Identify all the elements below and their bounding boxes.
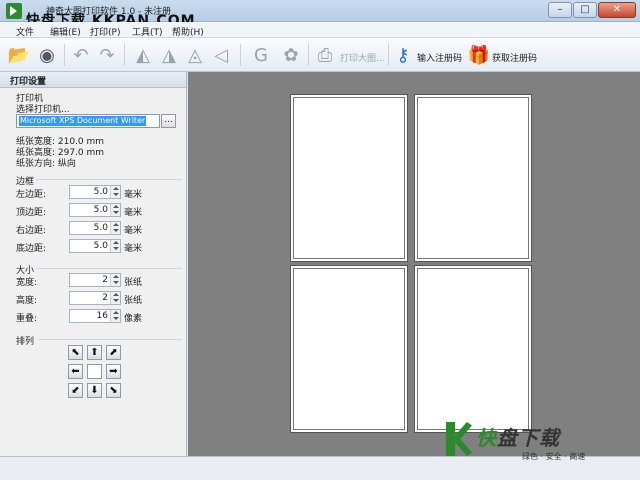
browse-printer-button[interactable]: ... (161, 114, 176, 128)
rotate-icon[interactable]: ◮ (158, 44, 180, 66)
left-margin-label: 左边距: (16, 190, 47, 200)
flip-right-icon[interactable]: ◁ (210, 44, 232, 66)
align-left-button[interactable]: ⬅ (68, 364, 83, 379)
brand-name-dark: 盘下载 (497, 426, 560, 450)
minimize-button[interactable]: – (548, 2, 572, 18)
top-margin-value: 5.0 (93, 205, 108, 215)
align-center-button[interactable] (87, 364, 102, 379)
enter-code-button[interactable]: 输入注册码 (417, 51, 462, 64)
bottom-margin-stepper[interactable]: 5.0 (69, 239, 121, 253)
align-bottom-left-button[interactable]: ⬋ (68, 383, 83, 398)
align-right-button[interactable]: ➡ (106, 364, 121, 379)
right-margin-stepper[interactable]: 5.0 (69, 221, 121, 235)
menu-edit[interactable]: 编辑(E) (50, 25, 81, 38)
margin-group-title: 边框 (16, 177, 35, 187)
printer-select[interactable]: Microsoft XPS Document Writer (16, 114, 160, 128)
get-code-button[interactable]: 获取注册码 (492, 51, 537, 64)
mirror-icon[interactable]: ◬ (184, 44, 206, 66)
top-margin-label: 顶边距: (16, 208, 47, 218)
height-unit: 张纸 (124, 296, 143, 306)
align-top-right-button[interactable]: ⬈ (106, 345, 121, 360)
webcam-icon[interactable]: ◉ (36, 44, 58, 66)
overlap-label: 重叠: (16, 314, 38, 324)
gift-icon[interactable]: 🎁 (468, 44, 490, 66)
preview-page (290, 265, 408, 433)
redo-icon[interactable]: ↷ (96, 44, 118, 66)
panel-header: 打印设置 (0, 72, 186, 88)
grayscale-icon[interactable]: G (250, 44, 272, 66)
left-margin-unit: 毫米 (124, 190, 143, 200)
printer-icon[interactable]: ⎙ (314, 44, 336, 66)
key-icon[interactable]: ⚷ (392, 44, 414, 66)
app-logo-icon (6, 3, 22, 19)
print-preview-canvas[interactable] (188, 72, 640, 456)
width-pages-stepper[interactable]: 2 (69, 273, 121, 287)
toolbar: 📂 ◉ ↶ ↷ ◭ ◮ ◬ ◁ G ✿ ⎙ 打印大图... ⚷ 输入注册码 🎁 … (0, 38, 640, 72)
menu-print[interactable]: 打印(P) (90, 25, 120, 38)
preview-page (414, 94, 532, 262)
bottom-margin-value: 5.0 (93, 241, 108, 251)
menu-tools[interactable]: 工具(T) (132, 25, 163, 38)
bottom-margin-label: 底边距: (16, 244, 47, 254)
arrange-group-title: 排列 (16, 337, 35, 347)
overlap-stepper[interactable]: 16 (69, 309, 121, 323)
maximize-button[interactable]: □ (573, 2, 597, 18)
align-bottom-button[interactable]: ⬇ (87, 383, 102, 398)
overlap-unit: 像素 (124, 314, 143, 324)
align-bottom-right-button[interactable]: ⬊ (106, 383, 121, 398)
bottom-margin-unit: 毫米 (124, 244, 143, 254)
left-margin-value: 5.0 (93, 187, 108, 197)
align-top-left-button[interactable]: ⬉ (68, 345, 83, 360)
menu-file[interactable]: 文件 (16, 25, 34, 38)
top-margin-stepper[interactable]: 5.0 (69, 203, 121, 217)
brand-name-green: 快 (476, 426, 497, 450)
menu-bar: 文件 编辑(E) 打印(P) 工具(T) 帮助(H) (0, 22, 640, 38)
preview-page (290, 94, 408, 262)
undo-icon[interactable]: ↶ (70, 44, 92, 66)
width-unit: 张纸 (124, 278, 143, 288)
right-margin-label: 右边距: (16, 226, 47, 236)
preview-page (414, 265, 532, 433)
palette-icon[interactable]: ✿ (280, 44, 302, 66)
overlap-value: 16 (96, 311, 108, 321)
right-margin-value: 5.0 (93, 223, 108, 233)
width-label: 宽度: (16, 278, 38, 288)
brand-watermark: 快盘下载 绿色 · 安全 · 高速 (446, 420, 626, 466)
width-pages-value: 2 (102, 275, 108, 285)
flip-left-icon[interactable]: ◭ (132, 44, 154, 66)
menu-help[interactable]: 帮助(H) (172, 25, 204, 38)
close-button[interactable]: ✕ (598, 2, 636, 18)
height-pages-stepper[interactable]: 2 (69, 291, 121, 305)
title-bar: 神奇大图打印软件 1.0 - 未注册 快盘下载 KKPAN.COM – □ ✕ (0, 0, 640, 29)
paper-orientation-text: 纸张方向: 纵向 (16, 159, 76, 169)
left-margin-stepper[interactable]: 5.0 (69, 185, 121, 199)
print-big-button[interactable]: 打印大图... (340, 51, 385, 64)
height-label: 高度: (16, 296, 38, 306)
printer-value: Microsoft XPS Document Writer (19, 116, 147, 126)
open-folder-icon[interactable]: 📂 (8, 44, 30, 66)
top-margin-unit: 毫米 (124, 208, 143, 218)
print-settings-panel: 打印设置 打印机 选择打印机... Microsoft XPS Document… (0, 72, 187, 456)
brand-slogan: 绿色 · 安全 · 高速 (522, 452, 586, 461)
brand-logo-icon (446, 422, 472, 456)
right-margin-unit: 毫米 (124, 226, 143, 236)
height-pages-value: 2 (102, 293, 108, 303)
align-top-button[interactable]: ⬆ (87, 345, 102, 360)
